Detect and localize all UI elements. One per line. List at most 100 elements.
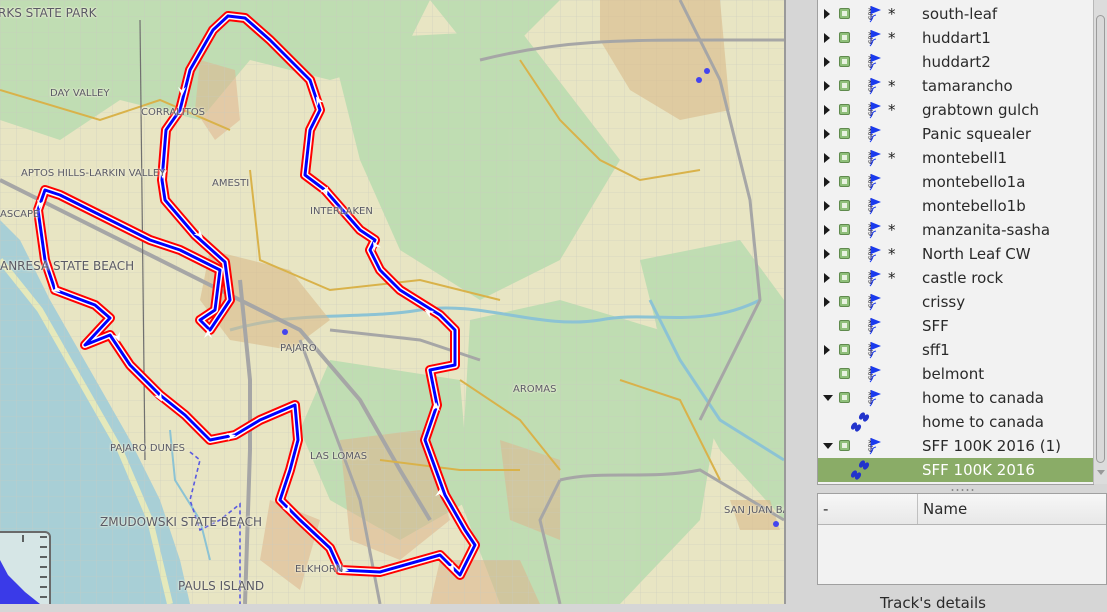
layer-name: SFF: [922, 317, 949, 335]
visibility-checkbox[interactable]: [839, 440, 850, 451]
layer-item[interactable]: GPX * North Leaf CW: [818, 242, 1094, 266]
column-header-name[interactable]: Name: [918, 494, 1106, 524]
poi-marker[interactable]: [282, 329, 288, 335]
collapsed-arrow-icon[interactable]: [824, 153, 830, 163]
layer-name: huddart2: [922, 53, 991, 71]
layer-item[interactable]: GPX * south-leaf: [818, 2, 1094, 26]
map-label-park: RKS STATE PARK: [0, 6, 97, 20]
collapsed-arrow-icon[interactable]: [824, 225, 830, 235]
map-label-pajaro: PAJARO: [280, 343, 317, 354]
pane-splitter[interactable]: [786, 0, 817, 604]
map-label-las-lomas: LAS LOMAS: [310, 451, 368, 462]
gpx-layer-icon: GPX: [868, 342, 881, 359]
collapsed-arrow-icon[interactable]: [824, 129, 830, 139]
visibility-checkbox[interactable]: [839, 8, 850, 19]
layer-item[interactable]: GPX home to canada: [818, 386, 1094, 410]
visibility-checkbox[interactable]: [839, 248, 850, 259]
map-view[interactable]: RKS STATE PARK DAY VALLEY CORRALITOS APT…: [0, 0, 784, 604]
visibility-checkbox[interactable]: [839, 104, 850, 115]
visibility-checkbox[interactable]: [839, 176, 850, 187]
visibility-checkbox[interactable]: [839, 128, 850, 139]
map-label-lascape: ASCAPE: [0, 209, 40, 220]
layer-name: huddart1: [922, 29, 991, 47]
layer-item[interactable]: GPX * grabtown gulch: [818, 98, 1094, 122]
layer-name: SFF 100K 2016 (1): [922, 437, 1061, 455]
visibility-checkbox[interactable]: [839, 56, 850, 67]
visibility-checkbox[interactable]: [839, 152, 850, 163]
expanded-arrow-icon[interactable]: [823, 395, 833, 401]
layer-item[interactable]: GPX * montebell1: [818, 146, 1094, 170]
details-table[interactable]: - Name: [817, 493, 1107, 585]
visibility-checkbox[interactable]: [839, 80, 850, 91]
visibility-checkbox[interactable]: [839, 368, 850, 379]
visibility-checkbox[interactable]: [839, 320, 850, 331]
layer-track-item[interactable]: home to canada: [818, 410, 1094, 434]
modified-marker: *: [888, 5, 896, 23]
collapsed-arrow-icon[interactable]: [824, 297, 830, 307]
layer-item[interactable]: GPX huddart2: [818, 50, 1094, 74]
modified-marker: *: [888, 149, 896, 167]
map-label-day-valley: DAY VALLEY: [50, 88, 110, 99]
collapsed-arrow-icon[interactable]: [824, 273, 830, 283]
map-label-san-juan: SAN JUAN BAU: [724, 505, 784, 516]
collapsed-arrow-icon[interactable]: [824, 201, 830, 211]
elevation-mini-chart[interactable]: [0, 531, 51, 604]
layer-item[interactable]: GPX crissy: [818, 290, 1094, 314]
layer-item[interactable]: GPX belmont: [818, 362, 1094, 386]
visibility-checkbox[interactable]: [839, 392, 850, 403]
layer-name: castle rock: [922, 269, 1004, 287]
visibility-checkbox[interactable]: [839, 344, 850, 355]
poi-marker[interactable]: [773, 521, 779, 527]
gpx-layer-icon: GPX: [868, 270, 881, 287]
map-label-corralitos: CORRALITOS: [141, 107, 206, 118]
scrollbar-thumb[interactable]: [1096, 15, 1105, 463]
map-label-aromas: AROMAS: [513, 384, 557, 395]
visibility-checkbox[interactable]: [839, 200, 850, 211]
collapsed-arrow-icon[interactable]: [824, 345, 830, 355]
scroll-down-arrow-icon[interactable]: [1097, 470, 1105, 475]
modified-marker: *: [888, 221, 896, 239]
layers-tree[interactable]: GPX*south-leafGPX*huddart1GPXhuddart2GPX…: [817, 0, 1094, 485]
layer-item[interactable]: GPX * castle rock: [818, 266, 1094, 290]
poi-marker[interactable]: [696, 77, 702, 83]
layer-name: manzanita-sasha: [922, 221, 1051, 239]
details-table-header: - Name: [818, 494, 1106, 525]
layer-name: Panic squealer: [922, 125, 1032, 143]
map-label-pauls-island: PAULS ISLAND: [178, 579, 265, 593]
visibility-checkbox[interactable]: [839, 272, 850, 283]
collapsed-arrow-icon[interactable]: [824, 9, 830, 19]
map-label-zmudowski: ZMUDOWSKI STATE BEACH: [100, 515, 262, 529]
collapsed-arrow-icon[interactable]: [824, 249, 830, 259]
column-header-dash[interactable]: -: [818, 494, 918, 524]
collapsed-arrow-icon[interactable]: [824, 81, 830, 91]
visibility-checkbox[interactable]: [839, 296, 850, 307]
map-label-manresa: ANRESA STATE BEACH: [0, 259, 135, 273]
visibility-checkbox[interactable]: [839, 32, 850, 43]
collapsed-arrow-icon[interactable]: [824, 33, 830, 43]
layer-name: montebello1b: [922, 197, 1026, 215]
collapsed-arrow-icon[interactable]: [824, 105, 830, 115]
panel-resize-grip[interactable]: [950, 488, 976, 492]
gpx-layer-icon: GPX: [868, 102, 881, 119]
layer-item[interactable]: GPX * huddart1: [818, 26, 1094, 50]
layer-item[interactable]: GPX SFF 100K 2016 (1): [818, 434, 1094, 458]
layer-name: home to canada: [922, 389, 1044, 407]
layer-item[interactable]: GPX montebello1a: [818, 170, 1094, 194]
layer-name: home to canada: [922, 413, 1044, 431]
poi-marker[interactable]: [704, 68, 710, 74]
collapsed-arrow-icon[interactable]: [824, 177, 830, 187]
expanded-arrow-icon[interactable]: [823, 443, 833, 449]
layers-scrollbar[interactable]: [1093, 0, 1107, 484]
layer-name: crissy: [922, 293, 966, 311]
layer-item[interactable]: GPX sff1: [818, 338, 1094, 362]
layer-item[interactable]: GPX SFF: [818, 314, 1094, 338]
layer-item[interactable]: GPX Panic squealer: [818, 122, 1094, 146]
gpx-layer-icon: GPX: [868, 222, 881, 239]
map-canvas[interactable]: [0, 0, 784, 604]
layer-item[interactable]: GPX * manzanita-sasha: [818, 218, 1094, 242]
layer-track-item[interactable]: SFF 100K 2016: [818, 458, 1094, 482]
layer-item[interactable]: GPX * tamarancho: [818, 74, 1094, 98]
collapsed-arrow-icon[interactable]: [824, 57, 830, 67]
visibility-checkbox[interactable]: [839, 224, 850, 235]
layer-item[interactable]: GPX montebello1b: [818, 194, 1094, 218]
